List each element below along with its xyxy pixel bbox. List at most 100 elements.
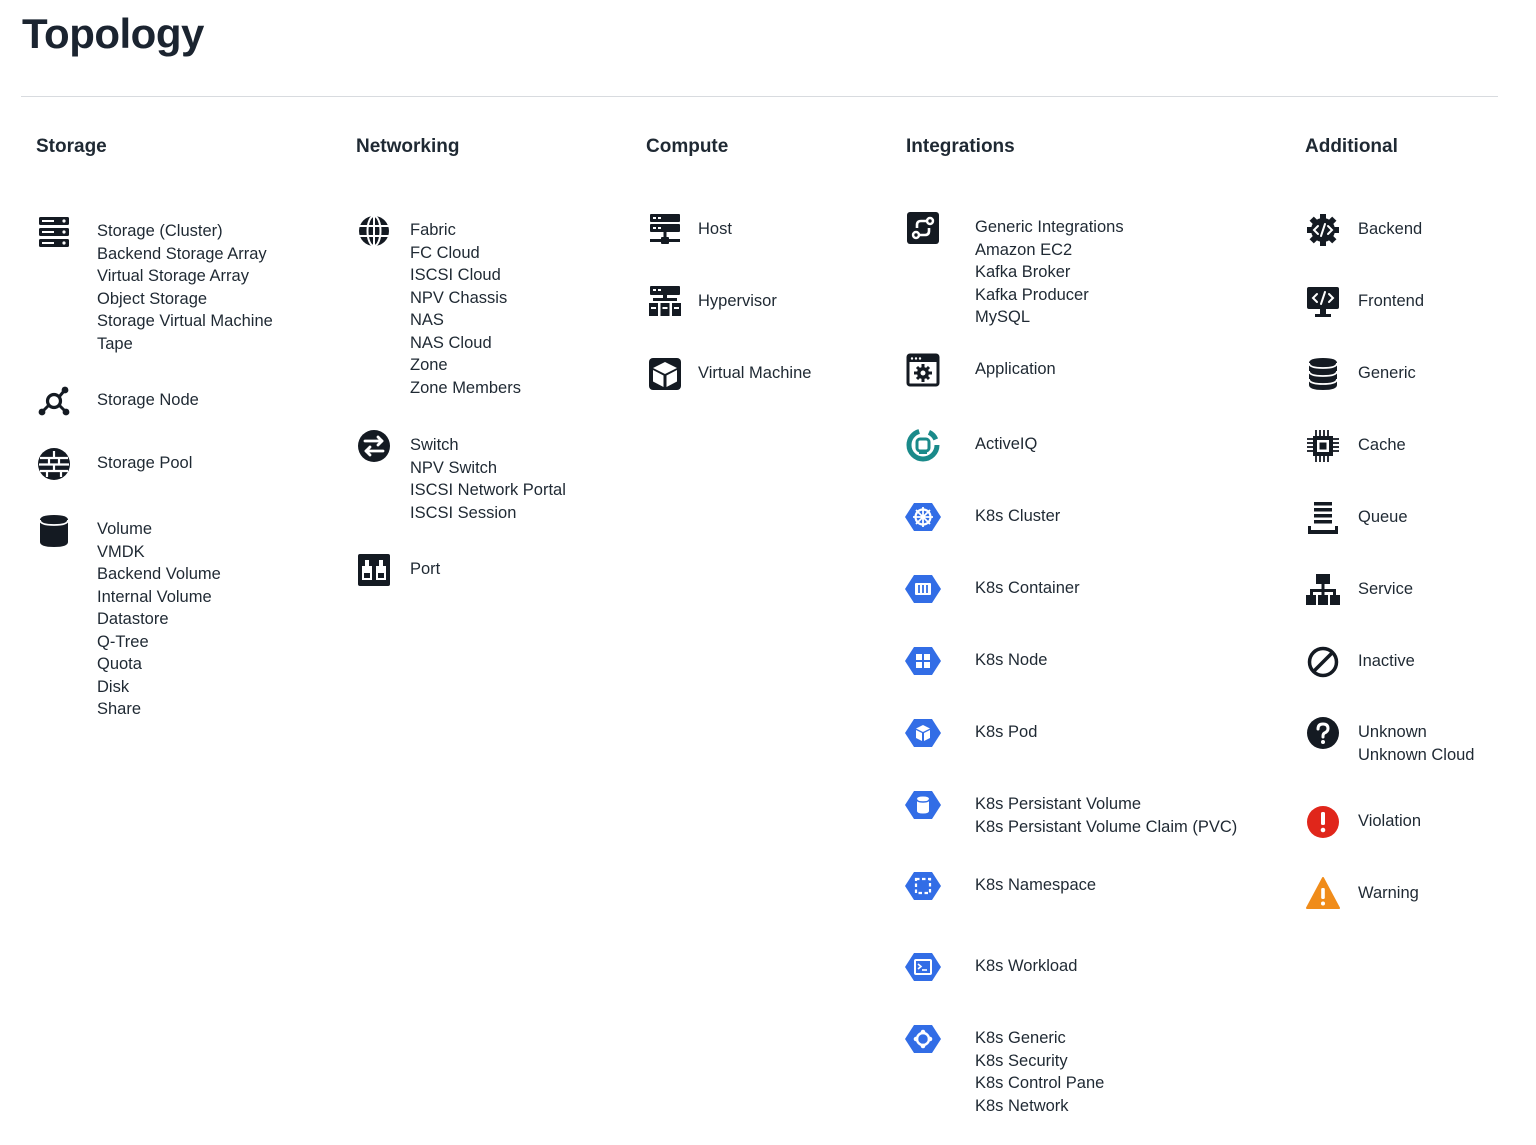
legend-label: ISCSI Cloud <box>410 266 501 284</box>
legend-label: Storage (Cluster) <box>97 222 223 240</box>
legend-label: Cache <box>1358 436 1406 454</box>
legend-label: Frontend <box>1358 292 1425 310</box>
legend-label: Backend Storage Array <box>97 244 267 263</box>
legend-label: Amazon EC2 <box>975 240 1073 259</box>
legend-label: Host <box>698 220 732 238</box>
legend-label: Warning <box>1358 884 1419 902</box>
hypervisor-icon <box>647 284 683 320</box>
globe-grid-icon <box>356 213 392 249</box>
host-server-icon <box>647 212 683 248</box>
section-header-storage: Storage <box>36 136 107 157</box>
k8s-namespace-icon <box>905 868 941 904</box>
legend-label: K8s Persistant Volume <box>975 795 1141 813</box>
legend-label: K8s Control Pane <box>975 1074 1105 1092</box>
cache-chip-icon <box>1305 428 1341 464</box>
service-hierarchy-icon <box>1305 572 1341 608</box>
legend-label: Internal Volume <box>97 587 212 606</box>
k8s-workload-icon <box>905 949 941 985</box>
legend-label: ISCSI Network Portal <box>410 481 566 499</box>
legend-label: NPV Switch <box>410 458 498 477</box>
legend-label: Volume <box>97 520 153 538</box>
section-header-additional: Additional <box>1305 136 1398 157</box>
legend-label: Generic <box>1358 364 1416 382</box>
server-stack-icon <box>36 214 72 250</box>
frontend-monitor-code-icon <box>1305 284 1341 320</box>
legend-label: NAS <box>410 311 444 329</box>
legend-label: Violation <box>1358 812 1421 830</box>
legend-label: Virtual Machine <box>698 364 812 382</box>
legend-label: Unknown <box>1358 723 1427 741</box>
legend-label: Storage Node <box>97 391 199 409</box>
unknown-question-icon <box>1305 715 1341 751</box>
legend-label: Storage Virtual Machine <box>97 312 273 330</box>
legend-label: MySQL <box>975 308 1031 326</box>
application-window-icon <box>905 352 941 388</box>
k8s-container-icon <box>905 571 941 607</box>
legend-label: Fabric <box>410 221 456 239</box>
volume-cylinder-icon <box>36 512 72 548</box>
legend-label: Service <box>1358 580 1414 598</box>
legend-label: NPV Chassis <box>410 288 508 307</box>
legend-label: Zone Members <box>410 378 521 397</box>
legend-label: NAS Cloud <box>410 333 492 352</box>
violation-exclamation-icon <box>1305 804 1341 840</box>
header-divider <box>21 96 1498 97</box>
legend-label: Quota <box>97 655 142 673</box>
legend-label: Kafka Producer <box>975 285 1089 304</box>
legend-label: Queue <box>1358 508 1408 526</box>
database-icon <box>1305 356 1341 392</box>
inactive-ban-icon <box>1305 644 1341 680</box>
legend-label: Share <box>97 700 142 718</box>
k8s-node-icon <box>905 643 941 679</box>
k8s-cluster-icon <box>905 499 941 535</box>
legend-label: Inactive <box>1358 652 1415 670</box>
integration-route-icon <box>905 210 941 246</box>
legend-label: K8s Generic <box>975 1029 1066 1047</box>
section-header-networking: Networking <box>356 136 460 157</box>
legend-label: K8s Cluster <box>975 507 1061 525</box>
legend-label: Hypervisor <box>698 292 777 310</box>
section-header-compute: Compute <box>646 136 729 157</box>
storage-pool-icon <box>36 446 72 482</box>
port-icon <box>356 552 392 588</box>
queue-icon <box>1305 500 1341 536</box>
legend-label: K8s Node <box>975 651 1048 669</box>
k8s-persistent-volume-icon <box>905 787 941 823</box>
legend-label: Disk <box>97 677 130 696</box>
legend-label: K8s Pod <box>975 723 1038 741</box>
legend-label: ActiveIQ <box>975 435 1038 453</box>
storage-node-icon <box>36 383 72 419</box>
legend-label: Storage Pool <box>97 454 193 472</box>
k8s-generic-icon <box>905 1021 941 1057</box>
legend-label: Port <box>410 560 441 578</box>
legend-label: K8s Persistant Volume Claim (PVC) <box>975 817 1238 836</box>
legend-label: Backend Volume <box>97 565 221 583</box>
switch-arrows-icon <box>356 428 392 464</box>
legend-label: K8s Container <box>975 579 1080 597</box>
legend-label: Switch <box>410 436 459 454</box>
legend-label: Zone <box>410 356 448 374</box>
k8s-pod-icon <box>905 715 941 751</box>
warning-triangle-icon <box>1305 876 1341 912</box>
legend-label: K8s Security <box>975 1051 1068 1070</box>
legend-label: VMDK <box>97 542 145 561</box>
backend-gear-code-icon <box>1305 212 1341 248</box>
activeiq-icon <box>905 427 941 463</box>
legend-label: K8s Network <box>975 1096 1069 1115</box>
legend-label: ISCSI Session <box>410 503 517 522</box>
page-title: Topology <box>22 10 204 57</box>
legend-label: Q-Tree <box>97 632 149 651</box>
legend-label: K8s Workload <box>975 957 1078 975</box>
section-header-integrations: Integrations <box>906 136 1015 157</box>
legend-label: Kafka Broker <box>975 263 1071 281</box>
legend-label: K8s Namespace <box>975 876 1097 894</box>
legend-label: Application <box>975 360 1056 378</box>
legend-label: Object Storage <box>97 289 208 308</box>
legend-label: Datastore <box>97 610 169 628</box>
legend-label: FC Cloud <box>410 243 480 262</box>
legend-label: Unknown Cloud <box>1358 745 1475 764</box>
legend-label: Generic Integrations <box>975 218 1124 236</box>
legend-label: Virtual Storage Array <box>97 267 249 285</box>
legend-label: Backend <box>1358 220 1423 238</box>
virtual-machine-cube-icon <box>647 356 683 392</box>
